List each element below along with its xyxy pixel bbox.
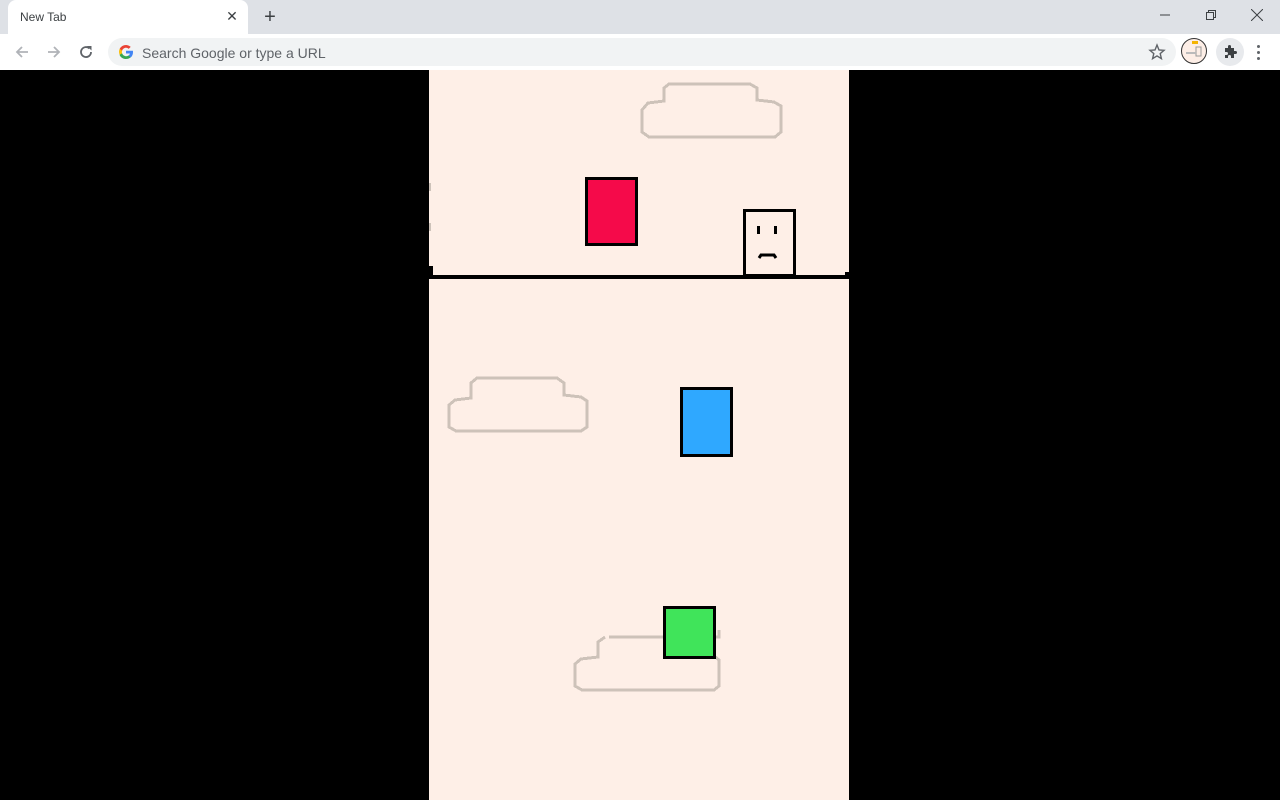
player-sad-face — [743, 209, 796, 277]
profile-avatar[interactable] — [1181, 38, 1207, 64]
omnibox[interactable]: Search Google or type a URL — [108, 38, 1176, 66]
green-block — [663, 606, 716, 659]
tab-title: New Tab — [20, 10, 67, 24]
browser-titlebar: New Tab ✕ + — [0, 0, 1280, 34]
restore-icon[interactable] — [1188, 0, 1234, 30]
cloud — [640, 82, 783, 139]
google-icon — [119, 45, 133, 59]
window-close-icon[interactable] — [1234, 0, 1280, 30]
extensions-puzzle-icon[interactable] — [1216, 38, 1244, 66]
eye-left — [757, 226, 760, 234]
omnibox-placeholder: Search Google or type a URL — [142, 45, 326, 61]
red-block — [585, 177, 638, 246]
wall-stub — [429, 266, 433, 275]
bookmark-star-icon[interactable] — [1148, 43, 1166, 61]
back-icon[interactable] — [10, 40, 34, 64]
page-viewport — [0, 70, 1280, 800]
minimize-icon[interactable] — [1142, 0, 1188, 30]
forward-icon[interactable] — [42, 40, 66, 64]
wall-mark — [429, 223, 431, 231]
game-canvas[interactable] — [429, 70, 849, 800]
browser-toolbar: Search Google or type a URL — [0, 34, 1280, 70]
plus-icon[interactable]: + — [258, 6, 282, 28]
blue-block — [680, 387, 733, 457]
game-scene — [429, 82, 849, 692]
browser-menu-icon[interactable] — [1250, 40, 1266, 64]
close-icon[interactable]: ✕ — [224, 8, 240, 24]
tab-new-tab[interactable]: New Tab ✕ — [8, 0, 248, 34]
wall-mark — [429, 183, 431, 191]
cloud — [447, 376, 589, 433]
reload-icon[interactable] — [74, 40, 98, 64]
frown-mouth — [757, 253, 778, 259]
eye-right — [774, 226, 777, 234]
